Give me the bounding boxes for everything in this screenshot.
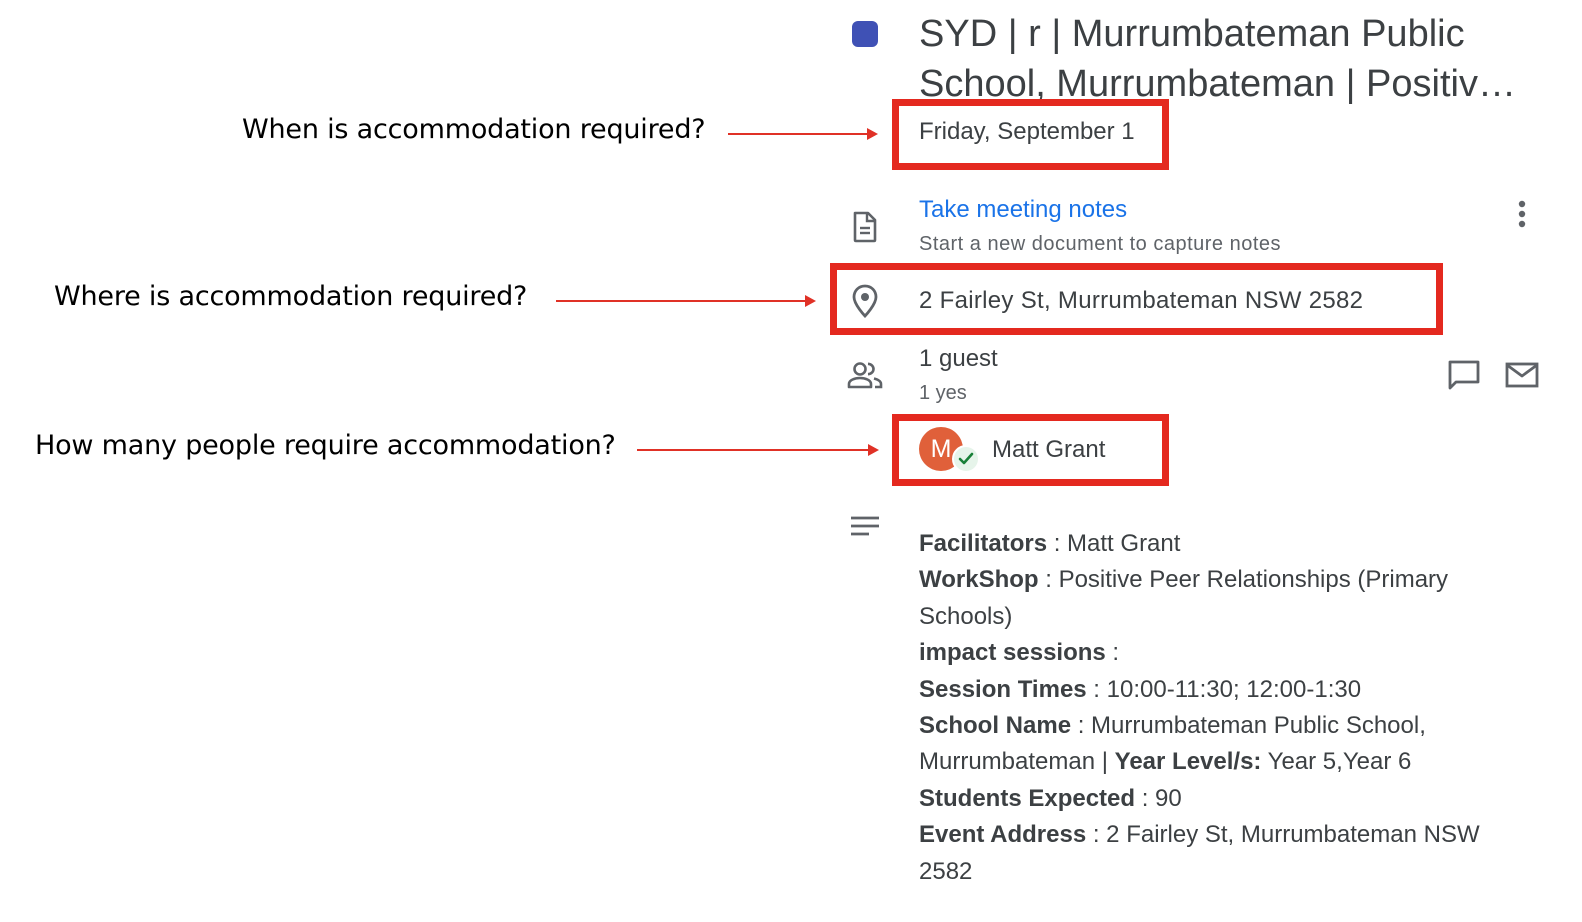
take-meeting-notes-link[interactable]: Take meeting notes <box>919 196 1127 224</box>
highlight-box-location <box>830 263 1443 335</box>
desc-workshop: WorkShop : Positive Peer Relationships (… <box>919 566 1449 630</box>
event-title-line1: SYD | r | Murrumbateman Public <box>919 13 1465 55</box>
arrow-how-many <box>637 444 879 456</box>
highlight-box-date <box>892 99 1169 170</box>
document-icon[interactable] <box>850 210 880 244</box>
email-icon[interactable] <box>1504 360 1540 390</box>
arrow-when <box>728 128 878 140</box>
event-description: Facilitators : Matt Grant WorkShop : Pos… <box>919 526 1539 890</box>
desc-school-name: School Name : Murrumbateman Public Schoo… <box>919 712 1426 776</box>
calendar-color-swatch <box>852 21 878 47</box>
desc-impact-sessions: impact sessions : <box>919 639 1120 667</box>
more-vert-icon[interactable] <box>1510 198 1534 230</box>
desc-facilitators: Facilitators : Matt Grant <box>919 530 1181 557</box>
meeting-notes-subtitle: Start a new document to capture notes <box>919 233 1282 255</box>
question-when: When is accommodation required? <box>242 114 706 145</box>
guest-count: 1 guest <box>919 345 998 372</box>
notes-lines-icon <box>849 514 881 538</box>
guest-rsvp-summary: 1 yes <box>919 382 967 404</box>
question-how-many: How many people require accommodation? <box>35 430 616 461</box>
desc-students-expected: Students Expected : 90 <box>919 784 1182 812</box>
desc-session-times: Session Times : 10:00-11:30; 12:00-1:30 <box>919 675 1362 703</box>
arrow-where <box>556 295 816 307</box>
desc-event-address: Event Address : 2 Fairley St, Murrumbate… <box>919 821 1480 885</box>
people-icon <box>846 359 884 391</box>
highlight-box-guests <box>892 414 1169 486</box>
question-where: Where is accommodation required? <box>54 281 528 312</box>
chat-icon[interactable] <box>1446 358 1482 392</box>
